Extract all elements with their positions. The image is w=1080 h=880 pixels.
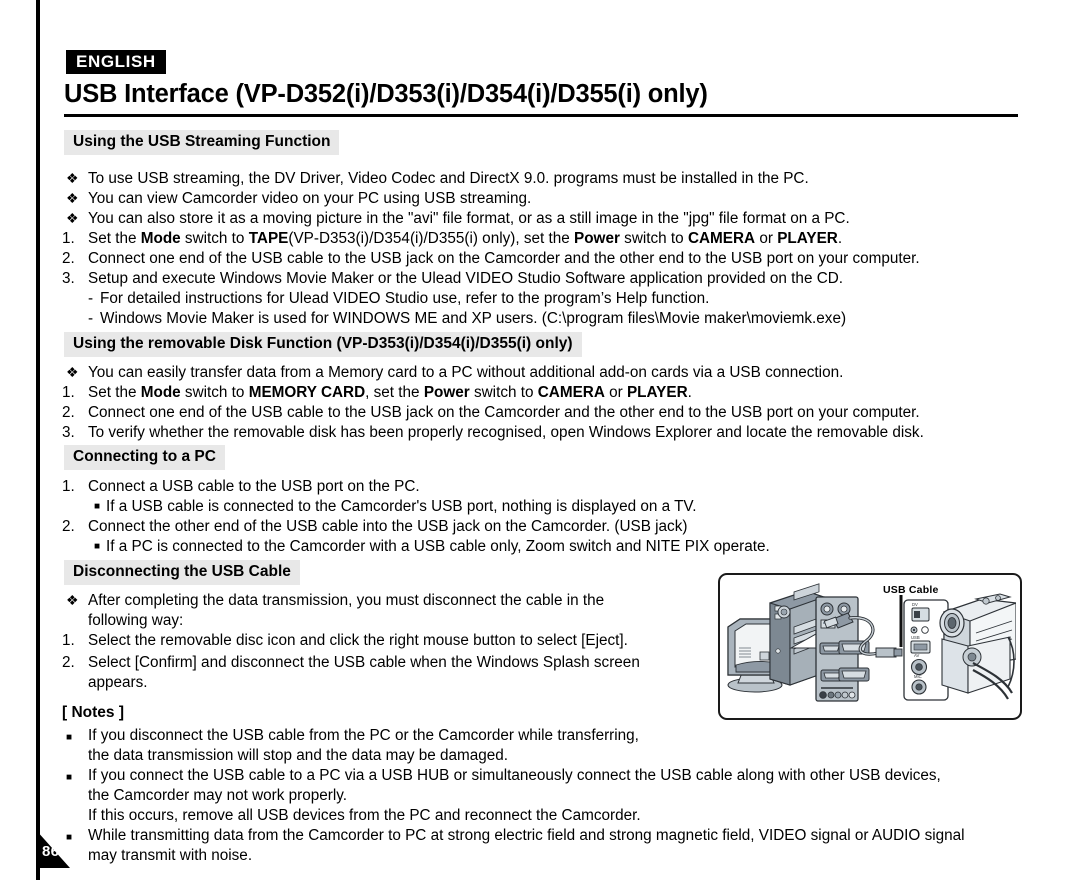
- body-line: After completing the data transmission, …: [88, 592, 605, 609]
- body-line: Connect one end of the USB cable to the …: [88, 404, 920, 421]
- body-line: following way:: [88, 612, 184, 629]
- body-line: Connect a USB cable to the USB port on t…: [88, 478, 420, 495]
- page-number: 86: [42, 843, 60, 860]
- section-heading-removable-disk: Using the removable Disk Function (VP-D3…: [64, 332, 582, 357]
- svg-text:AV: AV: [914, 653, 919, 658]
- list-number: 3.: [62, 270, 75, 287]
- page-number-badge: 86: [36, 824, 92, 870]
- pc-to-camcorder-usb-connection-diagram: DV USB AV MIC USB Cable: [718, 573, 1022, 720]
- body-line: You can also store it as a moving pictur…: [88, 210, 850, 227]
- bullet-square-icon: ■: [66, 732, 73, 743]
- list-number: 2.: [62, 654, 75, 671]
- usb-cable-label: USB Cable: [883, 584, 939, 596]
- bullet-club-icon: ❖: [66, 210, 79, 226]
- note-line: the Camcorder may not work properly.: [88, 787, 348, 804]
- body-line: Windows Movie Maker is used for WINDOWS …: [100, 310, 847, 327]
- body-line: Connect the other end of the USB cable i…: [88, 518, 688, 535]
- bullet-square-icon: ■: [94, 541, 101, 552]
- body-line: Select [Confirm] and disconnect the USB …: [88, 654, 640, 671]
- body-line: You can easily transfer data from a Memo…: [88, 364, 844, 381]
- manual-page: ENGLISH USB Interface (VP-D352(i)/D353(i…: [0, 0, 1080, 880]
- list-number: 2.: [62, 404, 75, 421]
- notes-title: [ Notes ]: [62, 704, 124, 721]
- bullet-square-icon: ■: [66, 772, 73, 783]
- left-margin-rule: [36, 0, 40, 880]
- body-line: Connect one end of the USB cable to the …: [88, 250, 920, 267]
- bullet-club-icon: ❖: [66, 364, 79, 380]
- body-line: Set the Mode switch to MEMORY CARD, set …: [88, 384, 692, 401]
- list-number: 1.: [62, 230, 75, 247]
- note-line: the data transmission will stop and the …: [88, 747, 509, 764]
- body-line: If a PC is connected to the Camcorder wi…: [106, 538, 770, 555]
- note-line: If you disconnect the USB cable from the…: [88, 727, 639, 744]
- body-line: For detailed instructions for Ulead VIDE…: [100, 290, 710, 307]
- list-number: 1.: [62, 632, 75, 649]
- body-line: Setup and execute Windows Movie Maker or…: [88, 270, 844, 287]
- svg-text:DV: DV: [912, 602, 918, 607]
- section-heading-disconnecting: Disconnecting the USB Cable: [64, 560, 300, 585]
- body-line: Select the removable disc icon and click…: [88, 632, 628, 649]
- body-line: To verify whether the removable disk has…: [88, 424, 924, 441]
- list-number: 1.: [62, 478, 75, 495]
- note-line: If this occurs, remove all USB devices f…: [88, 807, 641, 824]
- note-line: While transmitting data from the Camcord…: [88, 827, 965, 844]
- body-line: To use USB streaming, the DV Driver, Vid…: [88, 170, 809, 187]
- page-title: USB Interface (VP-D352(i)/D353(i)/D354(i…: [64, 80, 708, 108]
- connection-diagram-svg: DV USB AV MIC: [727, 583, 1016, 702]
- body-line: Set the Mode switch to TAPE(VP-D353(i)/D…: [88, 230, 843, 247]
- list-number: 2.: [62, 518, 75, 535]
- svg-text:USB: USB: [911, 635, 920, 640]
- list-number: 1.: [62, 384, 75, 401]
- body-line: If a USB cable is connected to the Camco…: [106, 498, 697, 515]
- dash-marker: -: [88, 310, 94, 327]
- svg-text:MIC: MIC: [914, 674, 922, 679]
- note-line: If you connect the USB cable to a PC via…: [88, 767, 941, 784]
- camcorder: [939, 593, 1016, 700]
- title-divider: [64, 114, 1018, 117]
- list-number: 2.: [62, 250, 75, 267]
- section-heading-usb-streaming: Using the USB Streaming Function: [64, 130, 340, 155]
- bullet-club-icon: ❖: [66, 170, 79, 186]
- list-number: 3.: [62, 424, 75, 441]
- camcorder-jack-panel: DV USB AV MIC: [903, 599, 949, 701]
- dash-marker: -: [88, 290, 94, 307]
- body-line: appears.: [88, 674, 148, 691]
- note-line: may transmit with noise.: [88, 847, 253, 864]
- body-line: You can view Camcorder video on your PC …: [88, 190, 532, 207]
- bullet-club-icon: ❖: [66, 190, 79, 206]
- language-tag: ENGLISH: [66, 50, 166, 74]
- bullet-club-icon: ❖: [66, 592, 79, 608]
- bullet-square-icon: ■: [94, 501, 101, 512]
- section-heading-connecting-to-pc: Connecting to a PC: [64, 445, 225, 470]
